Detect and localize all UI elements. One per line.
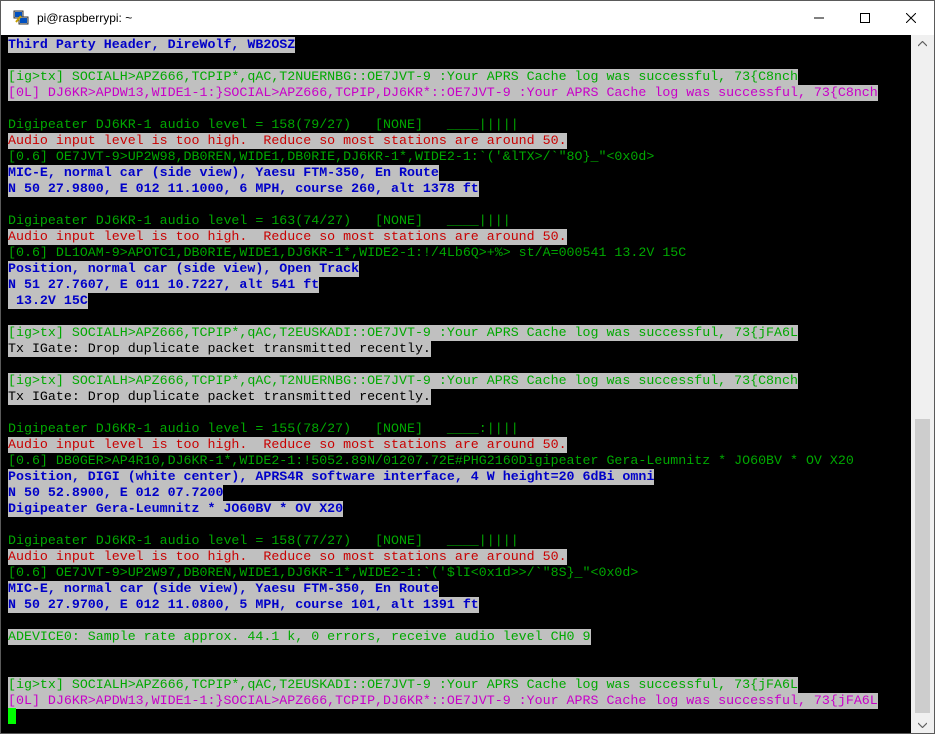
scroll-down-arrow-icon [918,722,927,728]
terminal-line: Audio input level is too high. Reduce so… [8,133,567,149]
terminal-line: 13.2V 15C [8,293,88,309]
title-bar[interactable]: pi@raspberrypi: ~ [1,1,934,35]
maximize-button[interactable] [842,1,888,35]
terminal-line: [ig>tx] SOCIALH>APZ666,TCPIP*,qAC,T2EUSK… [8,325,798,341]
terminal-line: [0L] DJ6KR>APDW13,WIDE1-1:}SOCIAL>APZ666… [8,85,878,101]
maximize-icon [860,13,870,23]
terminal-line: Third Party Header, DireWolf, WB2OSZ [8,37,296,53]
terminal-output[interactable]: Third Party Header, DireWolf, WB2OSZ [ig… [2,35,911,733]
terminal-window: pi@raspberrypi: ~ Third Party Header, Di… [0,0,935,734]
terminal-line: [0.6] OE7JVT-9>UP2W97,DB0REN,WIDE1,DJ6KR… [8,565,639,580]
terminal-line: Tx IGate: Drop duplicate packet transmit… [8,389,431,405]
scroll-down-button[interactable] [911,716,934,733]
minimize-button[interactable] [796,1,842,35]
terminal-line: [ig>tx] SOCIALH>APZ666,TCPIP*,qAC,T2EUSK… [8,677,798,693]
terminal-line: N 50 52.8900, E 012 07.7200 [8,485,224,501]
terminal-line: Audio input level is too high. Reduce so… [8,229,567,245]
scrollbar-thumb[interactable] [915,419,930,713]
terminal-cursor [8,708,16,724]
terminal-line: [0.6] OE7JVT-9>UP2W98,DB0REN,WIDE1,DB0RI… [8,149,655,164]
scroll-up-arrow-icon [918,40,927,46]
putty-icon[interactable] [13,10,29,26]
close-button[interactable] [888,1,934,35]
terminal-line: Digipeater DJ6KR-1 audio level = 163(74/… [8,213,511,228]
terminal-line: [0L] DJ6KR>APDW13,WIDE1-1:}SOCIAL>APZ666… [8,693,878,709]
terminal-line: MIC-E, normal car (side view), Yaesu FTM… [8,581,439,597]
terminal-line: Digipeater DJ6KR-1 audio level = 158(79/… [8,117,519,132]
vertical-scrollbar[interactable] [911,35,934,733]
terminal-line: [ig>tx] SOCIALH>APZ666,TCPIP*,qAC,T2NUER… [8,69,798,85]
minimize-icon [814,17,824,19]
terminal-line: [ig>tx] SOCIALH>APZ666,TCPIP*,qAC,T2NUER… [8,373,798,389]
terminal-line: MIC-E, normal car (side view), Yaesu FTM… [8,165,439,181]
terminal-line: [0.6] DL1OAM-9>APOTC1,DB0RIE,WIDE1,DJ6KR… [8,245,687,260]
terminal-line: ADEVICE0: Sample rate approx. 44.1 k, 0 … [8,629,591,645]
terminal-line: [0.6] DB0GER>AP4R10,DJ6KR-1*,WIDE2-1:!50… [8,453,854,468]
terminal-line: Digipeater DJ6KR-1 audio level = 155(78/… [8,421,519,436]
close-icon [906,13,916,23]
terminal-line: N 50 27.9800, E 012 11.1000, 6 MPH, cour… [8,181,479,197]
terminal-line: Digipeater Gera-Leumnitz * JO60BV * OV X… [8,501,344,517]
terminal-line: Digipeater DJ6KR-1 audio level = 158(77/… [8,533,519,548]
terminal-line: Audio input level is too high. Reduce so… [8,437,567,453]
terminal-line: Audio input level is too high. Reduce so… [8,549,567,565]
terminal-line: N 51 27.7607, E 011 10.7227, alt 541 ft [8,277,320,293]
window-title: pi@raspberrypi: ~ [37,11,133,25]
scroll-up-button[interactable] [911,35,934,52]
terminal-line: Position, DIGI (white center), APRS4R so… [8,469,655,485]
terminal-line: N 50 27.9700, E 012 11.0800, 5 MPH, cour… [8,597,479,613]
terminal-line: Position, normal car (side view), Open T… [8,261,360,277]
terminal-line: Tx IGate: Drop duplicate packet transmit… [8,341,431,357]
